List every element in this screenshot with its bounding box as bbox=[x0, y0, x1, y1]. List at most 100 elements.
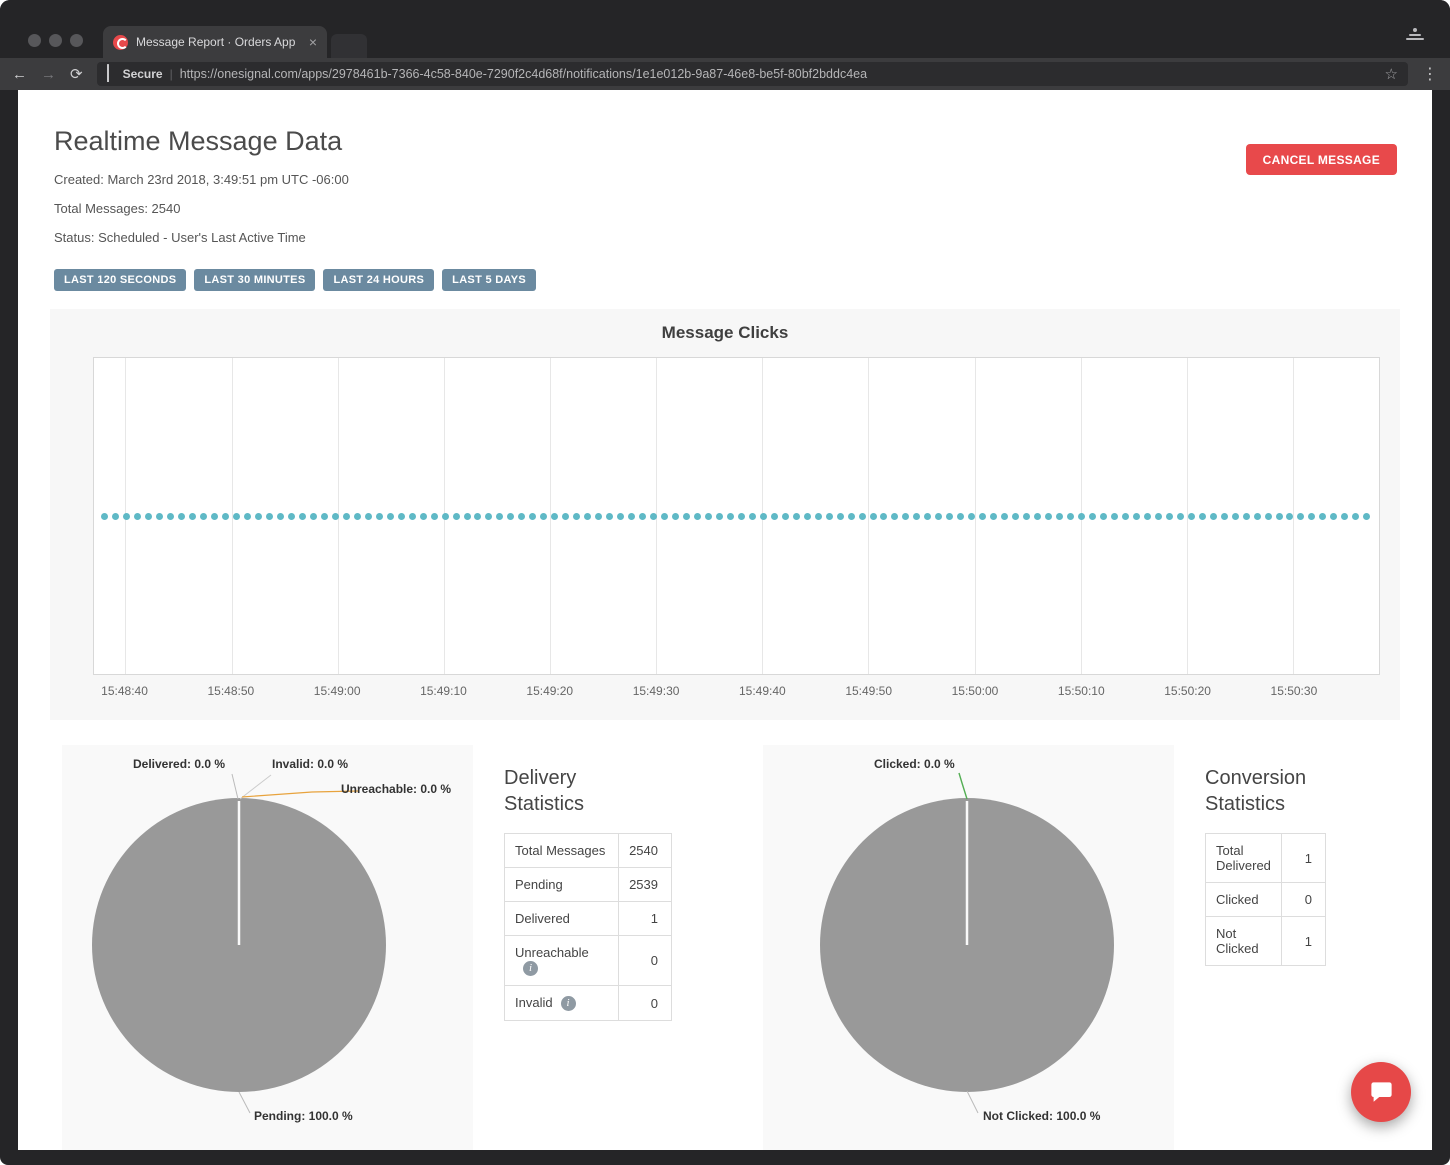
data-point bbox=[573, 512, 581, 520]
data-point bbox=[606, 512, 614, 520]
data-point bbox=[1034, 512, 1042, 520]
data-point bbox=[1045, 512, 1053, 520]
data-point bbox=[244, 512, 252, 520]
reload-icon[interactable]: ⟳ bbox=[70, 67, 83, 82]
info-icon[interactable]: i bbox=[523, 961, 538, 977]
data-point bbox=[1341, 512, 1349, 520]
data-point bbox=[485, 512, 493, 520]
chat-launcher-button[interactable] bbox=[1351, 1062, 1411, 1122]
data-point bbox=[123, 512, 131, 520]
browser-tab[interactable]: Message Report · Orders App × bbox=[103, 26, 327, 58]
info-icon[interactable]: i bbox=[560, 996, 576, 1012]
new-tab-button[interactable] bbox=[331, 34, 367, 58]
lock-icon bbox=[106, 64, 116, 83]
data-point bbox=[441, 512, 449, 520]
data-point bbox=[540, 512, 548, 520]
url-text: https://onesignal.com/apps/2978461b-7366… bbox=[179, 67, 868, 81]
data-point bbox=[924, 512, 932, 520]
conversion-statistics-title: Conversion Statistics bbox=[1205, 767, 1307, 815]
data-point bbox=[902, 512, 910, 520]
secure-label: Secure bbox=[122, 67, 163, 81]
total-messages-text: Total Messages: 2540 bbox=[54, 201, 181, 216]
close-window-button[interactable] bbox=[28, 34, 41, 47]
chat-bubble-icon bbox=[1370, 1081, 1392, 1102]
conversion-statistics-table: Total Delivered 1 Clicked 0 Not Clicked 1 bbox=[1205, 833, 1326, 966]
data-point bbox=[474, 512, 482, 520]
data-point bbox=[331, 512, 339, 520]
data-point bbox=[869, 512, 877, 520]
data-point bbox=[858, 512, 866, 520]
data-point bbox=[1110, 512, 1118, 520]
data-point bbox=[1220, 512, 1228, 520]
data-point bbox=[452, 512, 460, 520]
stats-row-value: 2540 bbox=[618, 833, 672, 868]
x-tick-label: 15:48:50 bbox=[207, 684, 255, 698]
browser-menu-icon[interactable]: ⋮ bbox=[1422, 64, 1438, 84]
x-tick-label: 15:50:10 bbox=[1057, 684, 1105, 698]
data-point bbox=[1067, 512, 1075, 520]
range-button-24-hours[interactable]: LAST 24 HOURS bbox=[323, 269, 435, 291]
data-point bbox=[518, 512, 526, 520]
data-point bbox=[913, 512, 921, 520]
data-point bbox=[1056, 512, 1064, 520]
url-divider: | bbox=[169, 67, 173, 81]
conversion-statistics: Conversion Statistics Total Delivered 1 Cl… bbox=[1205, 745, 1326, 966]
data-point bbox=[200, 512, 208, 520]
conversion-pie-leader-lines bbox=[958, 772, 979, 1114]
back-icon[interactable]: ← bbox=[12, 67, 27, 82]
data-point bbox=[682, 512, 690, 520]
forward-icon[interactable]: → bbox=[41, 67, 56, 82]
bookmark-star-icon[interactable]: ☆ bbox=[1385, 65, 1398, 83]
stats-row: Invalid i 0 bbox=[503, 985, 672, 1022]
data-point bbox=[770, 512, 778, 520]
stats-row: Clicked 0 bbox=[1205, 882, 1326, 917]
close-tab-icon[interactable]: × bbox=[309, 35, 317, 49]
range-button-30-minutes[interactable]: LAST 30 MINUTES bbox=[194, 269, 316, 291]
data-point bbox=[935, 512, 943, 520]
x-tick-label: 15:49:30 bbox=[632, 684, 680, 698]
range-button-120-seconds[interactable]: LAST 120 SECONDS bbox=[54, 269, 187, 291]
minimize-window-button[interactable] bbox=[49, 34, 62, 47]
stats-row-value: 1 bbox=[1280, 833, 1326, 883]
stats-row-value: 1 bbox=[1280, 916, 1326, 966]
stats-row: Total Delivered 1 bbox=[1205, 833, 1326, 883]
data-point bbox=[1319, 512, 1327, 520]
data-point bbox=[353, 512, 361, 520]
data-point bbox=[737, 512, 745, 520]
data-point bbox=[1078, 512, 1085, 520]
data-point bbox=[1132, 512, 1140, 520]
data-point bbox=[891, 512, 899, 520]
x-tick-label: 15:49:10 bbox=[420, 684, 467, 698]
data-point bbox=[1242, 512, 1250, 520]
data-point bbox=[661, 512, 669, 520]
data-point bbox=[1023, 512, 1031, 520]
data-point bbox=[1363, 512, 1371, 520]
data-point bbox=[134, 512, 142, 520]
maximize-window-button[interactable] bbox=[70, 34, 83, 47]
data-point bbox=[320, 512, 328, 520]
data-point bbox=[397, 512, 405, 520]
data-point bbox=[715, 512, 723, 520]
data-point bbox=[233, 512, 241, 520]
pie-label-pending: Pending: 100.0 % bbox=[254, 1109, 353, 1123]
delivery-statistics: Delivery Statistics Total Messages 2540 Pe… bbox=[503, 745, 684, 1022]
cancel-message-button[interactable]: CANCEL MESSAGE bbox=[1245, 144, 1397, 175]
statistics-section: Delivered: 0.0 % Invalid: 0.0 % Unreacha… bbox=[50, 745, 1400, 1150]
data-point bbox=[836, 512, 844, 520]
data-point bbox=[1209, 512, 1217, 520]
message-clicks-chart-panel: Message Clicks 0 15:48:40 15:48:50 15:49:0… bbox=[50, 309, 1400, 720]
stats-row: Total Messages 2540 bbox=[503, 833, 672, 868]
time-range-buttons: LAST 120 SECONDS LAST 30 MINUTES LAST 24… bbox=[54, 269, 1400, 291]
data-point bbox=[1176, 512, 1184, 520]
address-bar[interactable]: Secure | https://onesignal.com/apps/2978… bbox=[96, 62, 1408, 86]
data-point bbox=[551, 512, 559, 520]
data-point bbox=[266, 512, 273, 520]
pie-label-invalid: Invalid: 0.0 % bbox=[272, 757, 349, 771]
pie-label-clicked: Clicked: 0.0 % bbox=[874, 757, 955, 771]
data-point bbox=[968, 512, 976, 520]
range-button-5-days[interactable]: LAST 5 DAYS bbox=[442, 269, 536, 291]
data-point bbox=[211, 512, 219, 520]
delivery-statistics-title: Delivery Statistics bbox=[504, 767, 585, 815]
data-point bbox=[1352, 512, 1360, 520]
profile-icon[interactable] bbox=[1406, 28, 1424, 44]
